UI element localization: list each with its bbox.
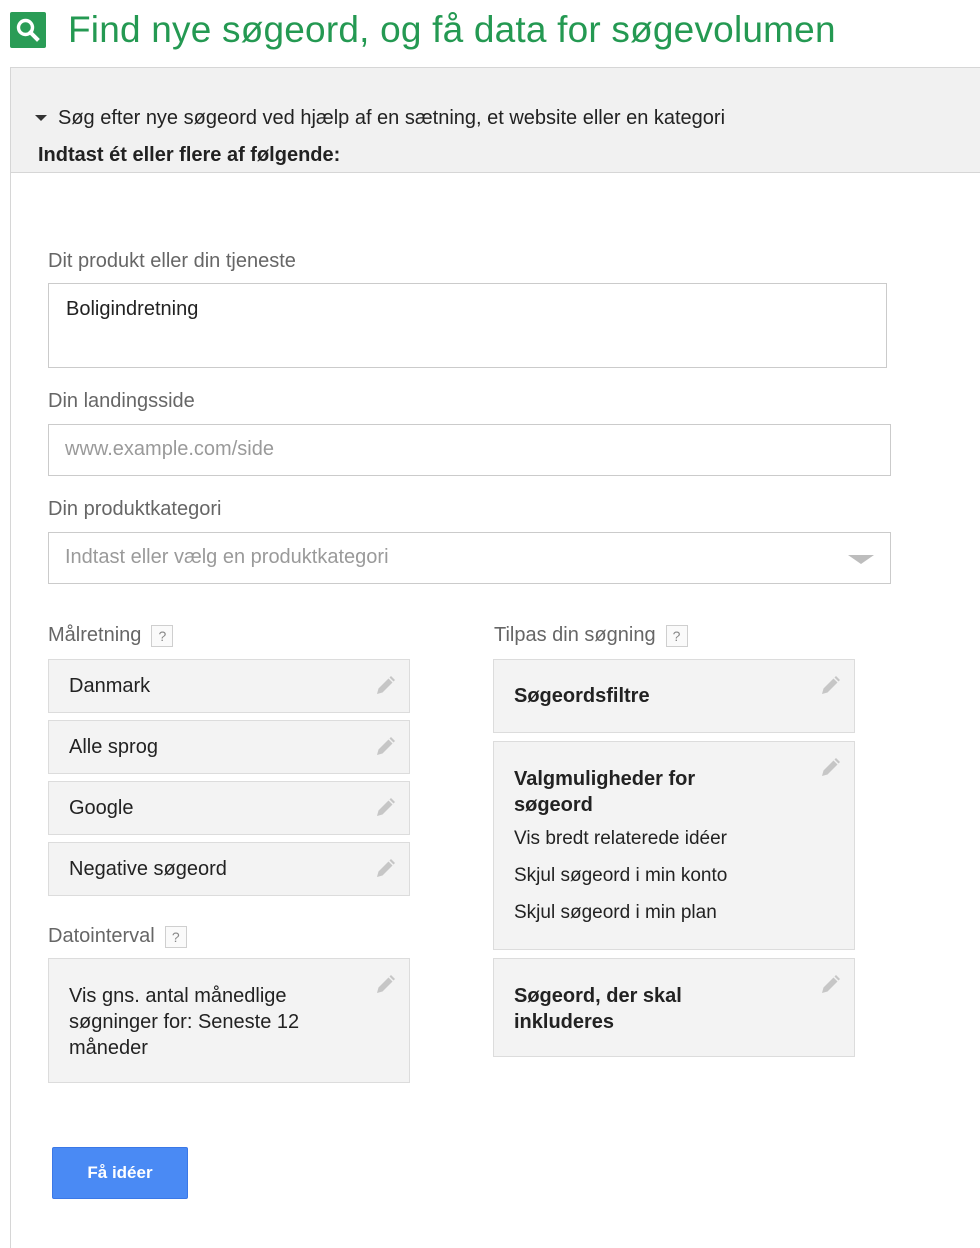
include-keywords-tile[interactable]: Søgeord, der skal inkluderes [493,958,855,1057]
include-keywords-title: Søgeord, der skal inkluderes [514,985,682,1033]
form-intro: Indtast ét eller flere af følgende: [38,144,341,166]
keyword-options-title: Valgmuligheder for søgeord [514,768,696,816]
product-category-placeholder: Indtast eller vælg en produktkategori [65,546,389,568]
targeting-network[interactable]: Google [48,781,410,835]
keyword-option-item: Vis bredt relaterede idéer [514,828,727,849]
date-range-tile[interactable]: Vis gns. antal månedlige søgninger for: … [48,958,410,1083]
targeting-network-label: Google [69,797,134,819]
keyword-option-item: Skjul søgeord i min plan [514,902,717,923]
landing-page-label: Din landingsside [48,390,195,412]
caret-down-icon[interactable] [35,115,47,121]
pencil-icon[interactable] [818,973,842,997]
targeting-language[interactable]: Alle sprog [48,720,410,774]
targeting-heading: Målretning? [48,624,174,647]
pencil-icon[interactable] [373,973,397,997]
targeting-location[interactable]: Danmark [48,659,410,713]
help-icon[interactable]: ? [665,624,688,647]
landing-page-placeholder: www.example.com/side [65,438,274,460]
pencil-icon[interactable] [373,674,397,698]
page-title: Find nye søgeord, og få data for søgevol… [68,9,836,50]
product-category-label: Din produktkategori [48,498,222,520]
section-title[interactable]: Søg efter nye søgeord ved hjælp af en sæ… [58,107,725,130]
customize-heading: Tilpas din søgning? [494,624,688,647]
keyword-filters-title: Søgeordsfiltre [514,685,650,707]
customize-label: Tilpas din søgning [494,624,656,646]
help-icon[interactable]: ? [151,624,174,647]
pencil-icon[interactable] [373,857,397,881]
targeting-negative-keywords[interactable]: Negative søgeord [48,842,410,896]
keyword-filters-tile[interactable]: Søgeordsfiltre [493,659,855,733]
get-ideas-button[interactable]: Få idéer [52,1147,188,1199]
landing-page-input[interactable]: www.example.com/side [48,424,891,476]
search-icon [10,12,46,48]
pencil-icon[interactable] [373,735,397,759]
pencil-icon[interactable] [373,796,397,820]
product-label: Dit produkt eller din tjeneste [48,250,296,272]
pencil-icon[interactable] [818,674,842,698]
keyword-options-tile[interactable]: Valgmuligheder for søgeord Vis bredt rel… [493,741,855,950]
dropdown-arrow-icon[interactable] [848,555,874,564]
product-category-select[interactable]: Indtast eller vælg en produktkategori [48,532,891,584]
targeting-language-label: Alle sprog [69,736,158,758]
targeting-label: Målretning [48,624,142,646]
help-icon[interactable]: ? [164,925,187,948]
date-range-heading: Datointerval? [48,925,187,948]
page-header: Find nye søgeord, og få data for søgevol… [10,8,836,52]
product-input-value: Boligindretning [66,298,199,320]
keyword-option-item: Skjul søgeord i min konto [514,865,728,886]
targeting-negative-keywords-label: Negative søgeord [69,858,227,880]
pencil-icon[interactable] [818,756,842,780]
date-range-text: Vis gns. antal månedlige søgninger for: … [69,985,300,1059]
product-input[interactable]: Boligindretning [48,283,887,368]
targeting-location-label: Danmark [69,675,151,697]
date-range-label: Datointerval [48,925,155,947]
